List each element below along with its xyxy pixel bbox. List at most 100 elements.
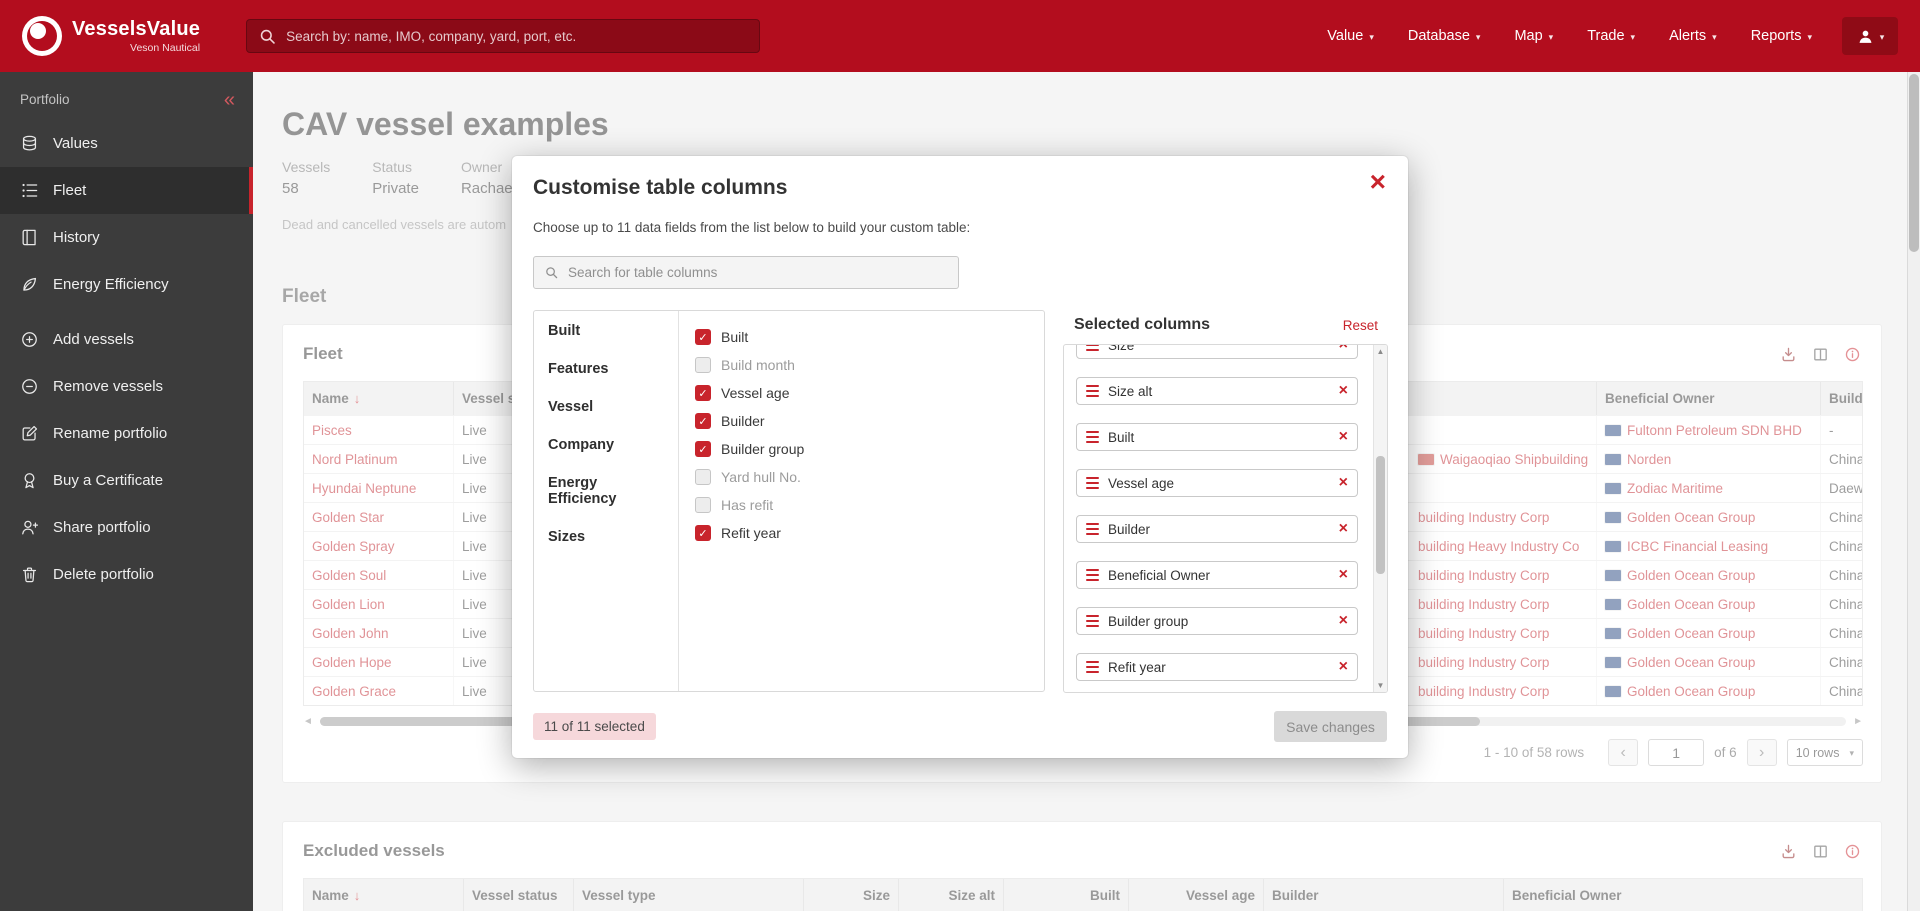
sidebar-item-label: Fleet	[53, 182, 86, 199]
nav-label: Alerts	[1669, 28, 1706, 44]
vertical-scrollbar[interactable]	[1907, 72, 1920, 911]
modal-subtitle: Choose up to 11 data fields from the lis…	[533, 220, 970, 235]
vertical-scroll-thumb[interactable]	[1909, 74, 1919, 252]
nav-trade[interactable]: Trade ▾	[1587, 28, 1635, 44]
reset-link[interactable]: Reset	[1343, 318, 1378, 333]
chevron-down-icon: ▾	[1880, 32, 1885, 43]
remove-column-icon[interactable]: ×	[1339, 520, 1348, 538]
field-vessel-age[interactable]: ✓Vessel age	[695, 379, 1028, 407]
remove-column-icon[interactable]: ×	[1339, 658, 1348, 676]
selection-count-badge: 11 of 11 selected	[533, 713, 656, 740]
field-builder-group[interactable]: ✓Builder group	[695, 435, 1028, 463]
drag-handle-icon[interactable]	[1086, 476, 1099, 490]
selected-column-beneficial-owner[interactable]: Beneficial Owner×	[1076, 561, 1358, 589]
selected-columns-list: Size× Size alt× Built× Vessel age× Builder× B…	[1064, 345, 1373, 692]
checkbox-icon[interactable]: ✓	[695, 525, 711, 541]
checkbox-icon[interactable]	[695, 497, 711, 513]
nav-value[interactable]: Value▾	[1327, 28, 1374, 44]
sidebar-item-label: Remove vessels	[53, 378, 163, 395]
remove-column-icon[interactable]: ×	[1339, 382, 1348, 400]
sidebar-item-buy-a-certificate[interactable]: Buy a Certificate	[0, 457, 253, 504]
sidebar-item-fleet[interactable]: Fleet	[0, 167, 253, 214]
sidebar-item-remove-vessels[interactable]: Remove vessels	[0, 363, 253, 410]
remove-column-icon[interactable]: ×	[1339, 345, 1348, 354]
selected-column-builder[interactable]: Builder×	[1076, 515, 1358, 543]
sidebar-item-history[interactable]: History	[0, 214, 253, 261]
drag-handle-icon[interactable]	[1086, 568, 1099, 582]
drag-handle-icon[interactable]	[1086, 345, 1099, 352]
drag-handle-icon[interactable]	[1086, 660, 1099, 674]
drag-handle-icon[interactable]	[1086, 614, 1099, 628]
nav-reports[interactable]: Reports▾	[1751, 28, 1812, 44]
close-icon[interactable]: ×	[1370, 166, 1386, 198]
checkbox-icon[interactable]	[695, 357, 711, 373]
drag-handle-icon[interactable]	[1086, 522, 1099, 536]
vesselsvalue-logo-icon	[22, 16, 62, 56]
field-refit-year[interactable]: ✓Refit year	[695, 519, 1028, 547]
checkbox-icon[interactable]: ✓	[695, 385, 711, 401]
selected-column-builder-group[interactable]: Builder group×	[1076, 607, 1358, 635]
sidebar-actions: Add vessels Remove vessels Rename portfoli…	[0, 316, 253, 598]
remove-column-icon[interactable]: ×	[1339, 474, 1348, 492]
chevron-down-icon: ▾	[1712, 32, 1717, 43]
nav-alerts[interactable]: Alerts ▾	[1669, 28, 1717, 44]
checkbox-icon[interactable]: ✓	[695, 441, 711, 457]
selected-column-size[interactable]: Size×	[1076, 345, 1358, 359]
field-yard-hull-no[interactable]: Yard hull No.	[695, 463, 1028, 491]
field-build-month[interactable]: Build month	[695, 351, 1028, 379]
sidebar-item-label: Values	[53, 135, 98, 152]
drag-handle-icon[interactable]	[1086, 430, 1099, 444]
drag-handle-icon[interactable]	[1086, 384, 1099, 398]
chevron-down-icon: ▾	[1631, 32, 1636, 43]
checkbox-icon[interactable]	[695, 469, 711, 485]
save-changes-button[interactable]: Save changes	[1274, 711, 1387, 742]
field-built[interactable]: ✓Built	[695, 323, 1028, 351]
category-sizes[interactable]: Sizes	[534, 519, 678, 555]
brand-subtitle: Veson Nautical	[72, 42, 200, 54]
selected-column-vessel-age[interactable]: Vessel age×	[1076, 469, 1358, 497]
category-features[interactable]: Features	[534, 351, 678, 387]
nav-label: Reports	[1751, 28, 1802, 44]
user-icon	[1856, 27, 1875, 46]
global-search-input[interactable]	[286, 29, 748, 44]
field-has-refit[interactable]: Has refit	[695, 491, 1028, 519]
column-search-input[interactable]	[568, 265, 948, 280]
brand[interactable]: VesselsValue Veson Nautical	[22, 16, 200, 56]
sidebar-item-add-vessels[interactable]: Add vessels	[0, 316, 253, 363]
scroll-up-icon[interactable]: ▲	[1374, 347, 1387, 356]
nav-map[interactable]: Map▾	[1514, 28, 1553, 44]
selected-column-size-alt[interactable]: Size alt×	[1076, 377, 1358, 405]
plus-circle-icon	[20, 330, 39, 349]
sidebar-item-energy-efficiency[interactable]: Energy Efficiency	[0, 261, 253, 308]
category-energy-efficiency[interactable]: Energy Efficiency	[534, 465, 678, 517]
scroll-down-icon[interactable]: ▼	[1374, 681, 1387, 690]
sidebar-item-values[interactable]: Values	[0, 120, 253, 167]
category-company[interactable]: Company	[534, 427, 678, 463]
collapse-sidebar-button[interactable]: «	[224, 94, 235, 106]
nav-label: Trade	[1587, 28, 1624, 44]
chevron-down-icon: ▾	[1476, 32, 1481, 43]
sidebar-item-delete-portfolio[interactable]: Delete portfolio	[0, 551, 253, 598]
remove-column-icon[interactable]: ×	[1339, 612, 1348, 630]
column-search[interactable]	[533, 256, 959, 289]
user-menu-button[interactable]: ▾	[1842, 17, 1898, 55]
certificate-icon	[20, 471, 39, 490]
remove-column-icon[interactable]: ×	[1339, 566, 1348, 584]
sidebar-item-rename-portfolio[interactable]: Rename portfolio	[0, 410, 253, 457]
chevron-down-icon: ▾	[1369, 32, 1374, 43]
selected-scroll-thumb[interactable]	[1376, 456, 1385, 574]
checkbox-icon[interactable]: ✓	[695, 413, 711, 429]
global-search[interactable]	[246, 19, 760, 53]
nav-database[interactable]: Database▾	[1408, 28, 1481, 44]
field-builder[interactable]: ✓Builder	[695, 407, 1028, 435]
selected-column-built[interactable]: Built×	[1076, 423, 1358, 451]
remove-column-icon[interactable]: ×	[1339, 428, 1348, 446]
coins-icon	[20, 134, 39, 153]
chevron-down-icon: ▾	[1549, 32, 1554, 43]
category-vessel[interactable]: Vessel	[534, 389, 678, 425]
selected-list-scrollbar[interactable]: ▲ ▼	[1373, 345, 1387, 692]
category-built[interactable]: Built	[534, 313, 678, 349]
selected-column-refit-year[interactable]: Refit year×	[1076, 653, 1358, 681]
sidebar-item-share-portfolio[interactable]: Share portfolio	[0, 504, 253, 551]
checkbox-icon[interactable]: ✓	[695, 329, 711, 345]
